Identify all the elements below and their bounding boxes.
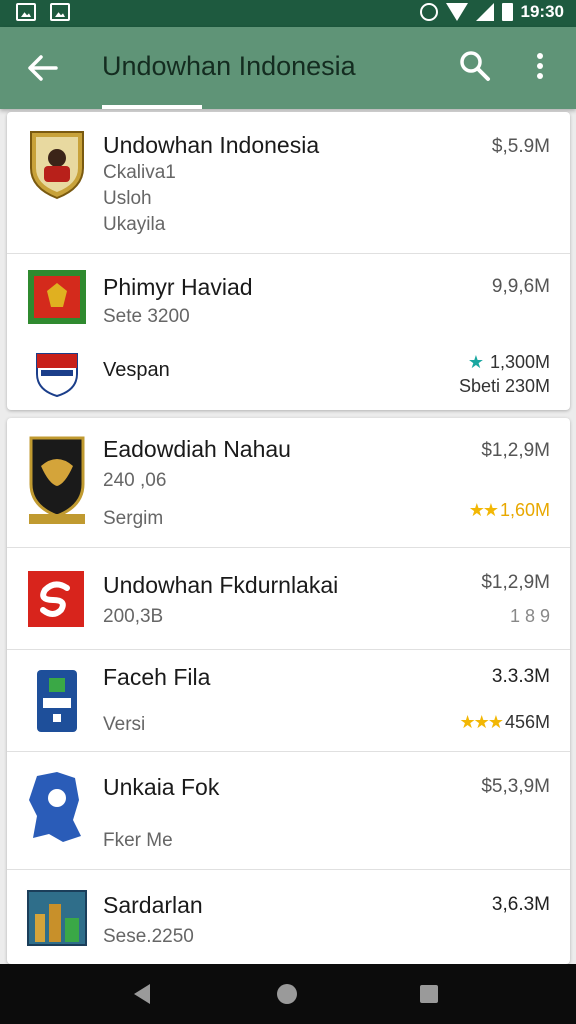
blue-map-icon (27, 770, 85, 851)
arrow-left-icon (28, 55, 58, 81)
item-subtitle: Ukayila (103, 214, 166, 235)
item-subtitle: Fker Me (103, 830, 173, 851)
back-button[interactable] (26, 53, 58, 83)
search-icon (460, 51, 490, 81)
rating-count: 1,300M (489, 352, 550, 372)
item-subtitle: 200,3B (103, 606, 164, 627)
item-subtitle: Versi (103, 714, 146, 735)
item-subtitle: Sese.2250 (103, 926, 194, 947)
more-options-button[interactable] (528, 49, 552, 83)
star-icon: ★★★ (459, 712, 504, 732)
item-subtitle: Ckaliva1 (103, 162, 176, 183)
tab-indicator (102, 105, 202, 109)
list-item[interactable]: Unkaia Fok Fker Me $5,3,9M (7, 752, 570, 870)
app-bar: Undowhan Indonesia (0, 27, 576, 109)
item-price: 3,6.3M (491, 894, 550, 915)
item-subtitle: Sergim (103, 508, 164, 529)
star-icon: ★ (467, 352, 484, 372)
item-price: $1,2,9M (481, 440, 550, 461)
item-rating: ★★ 1,60M (469, 500, 550, 521)
item-meta: 1 8 9 (509, 606, 550, 626)
item-name: Undowhan Fkdurnlakai (103, 572, 339, 598)
system-nav-bar (0, 964, 576, 1024)
item-name: Undowhan Indonesia (103, 132, 320, 158)
item-subtitle: 240 ,06 (103, 470, 167, 491)
crest-portrait-icon (27, 128, 87, 205)
list-item[interactable]: Phimyr Haviad Sete 3200 9,9,6M (7, 254, 570, 338)
rating-count: 1,60M (499, 500, 550, 520)
item-name: Sardarlan (103, 892, 203, 918)
item-price: $5,3,9M (481, 776, 550, 797)
results-card-2: Eadowdiah Nahau 240 ,06 Sergim $1,2,9M ★… (7, 418, 570, 964)
list-item[interactable]: Sardarlan Sese.2250 3,6.3M (7, 870, 570, 964)
wifi-icon (445, 3, 468, 21)
alarm-icon (419, 3, 438, 21)
list-item[interactable]: Undowhan Fkdurnlakai 200,3B $1,2,9M 1 8 … (7, 548, 570, 650)
nav-back-icon[interactable] (134, 984, 150, 1004)
item-rating: ★★★ 456M (460, 712, 550, 733)
blue-phone-app-icon (35, 668, 79, 739)
shield-badge-icon (33, 350, 81, 403)
list-item[interactable]: Faceh Fila Versi 3.3.3M ★★★ 456M (7, 650, 570, 752)
item-subtitle: Usloh (103, 188, 152, 209)
more-vert-icon (537, 53, 543, 79)
item-name: Phimyr Haviad (103, 274, 253, 300)
signal-icon (475, 3, 494, 21)
star-icon: ★★ (468, 500, 499, 520)
list-item[interactable]: Vespan ★ 1,300M Sbeti 230M (7, 338, 570, 410)
battery-icon (501, 3, 513, 21)
status-time: 19:30 (520, 2, 564, 21)
results-card-1: Undowhan Indonesia Ckaliva1 Usloh Ukayil… (7, 112, 570, 410)
item-price: $,5.9M (491, 136, 550, 157)
item-meta: Sbeti 230M (458, 376, 550, 396)
flag-emblem-icon (27, 269, 87, 330)
gold-crest-icon (27, 434, 87, 531)
nav-home-icon[interactable] (277, 984, 297, 1004)
list-item[interactable]: Eadowdiah Nahau 240 ,06 Sergim $1,2,9M ★… (7, 418, 570, 548)
item-price: 9,9,6M (491, 276, 550, 297)
item-subtitle: Sete 3200 (103, 306, 190, 327)
nav-recents-icon[interactable] (420, 985, 438, 1003)
item-name: Eadowdiah Nahau (103, 436, 291, 462)
rating-count: 456M (504, 712, 550, 732)
item-name: Faceh Fila (103, 664, 211, 690)
list-item[interactable]: Undowhan Indonesia Ckaliva1 Usloh Ukayil… (7, 112, 570, 254)
search-button[interactable] (458, 49, 492, 83)
city-photo-icon (27, 890, 87, 951)
red-logo-icon (27, 570, 85, 633)
status-bar: 19:30 (0, 0, 576, 27)
item-name: Vespan (103, 359, 170, 381)
item-name: Unkaia Fok (103, 774, 220, 800)
gallery-icon (16, 3, 36, 21)
page-title: Undowhan Indonesia (102, 51, 356, 81)
mail-icon (50, 3, 70, 21)
item-rating: ★ 1,300M (468, 352, 550, 373)
item-price: $1,2,9M (481, 572, 550, 593)
item-price: 3.3.3M (491, 666, 550, 687)
